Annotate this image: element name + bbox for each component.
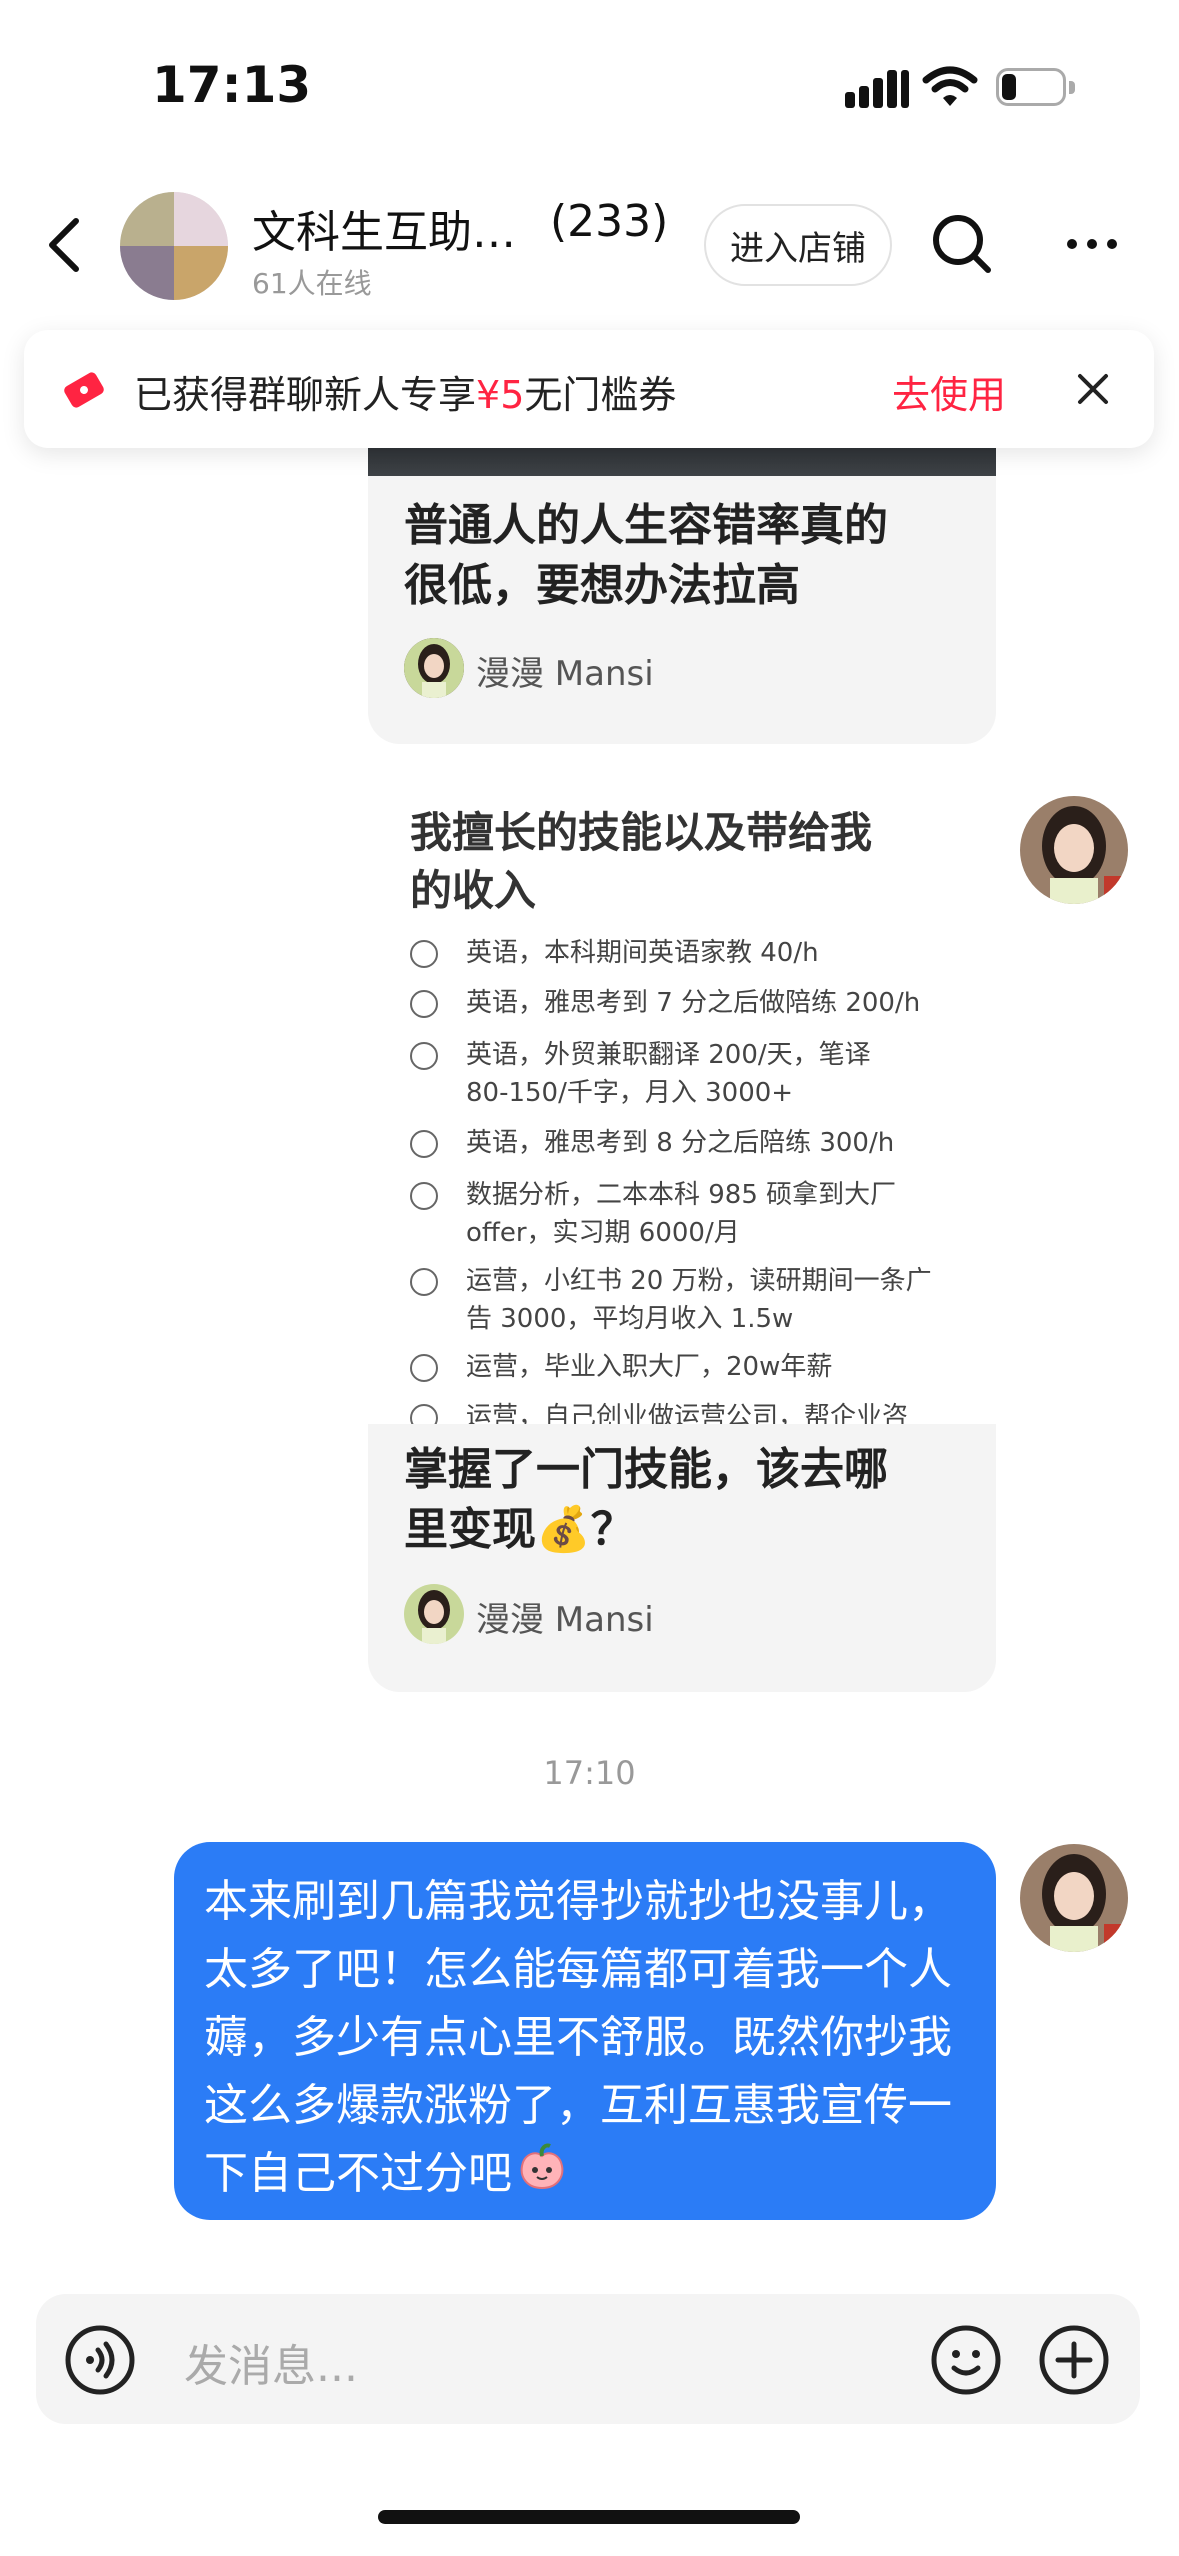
status-time: 17:13 <box>152 56 312 114</box>
author-avatar <box>404 1584 464 1644</box>
emoji-icon[interactable] <box>930 2324 1002 2396</box>
note-card[interactable]: 掌握了一门技能，该去哪 里变现💰？ 漫漫 Mansi <box>368 1424 996 1692</box>
note-title: 普通人的人生容错率真的 很低，要想办法拉高 <box>404 500 888 611</box>
sender-avatar[interactable] <box>1020 796 1128 904</box>
group-member-count: (233) <box>550 196 669 247</box>
note-title: 掌握了一门技能，该去哪 里变现💰？ <box>404 1444 888 1555</box>
author-name: 漫漫 Mansi <box>476 1600 654 1640</box>
message-text: 本来刷到几篇我觉得抄就抄也没事儿，太多了吧！怎么能每篇都可着我一个人薅，多少有点… <box>204 1876 952 2199</box>
note-cover-image[interactable] <box>368 448 996 476</box>
message-input[interactable]: 发消息... <box>184 2330 358 2394</box>
online-count: 61人在线 <box>252 267 372 300</box>
back-button[interactable] <box>40 215 90 275</box>
peach-emoji-icon <box>516 2140 568 2212</box>
plus-icon[interactable] <box>1038 2324 1110 2396</box>
message-timestamp: 17:10 <box>543 1754 636 1792</box>
cellular-signal-icon <box>845 68 909 108</box>
enter-store-button[interactable]: 进入店铺 <box>704 204 892 286</box>
note-card[interactable]: 普通人的人生容错率真的 很低，要想办法拉高 漫漫 Mansi <box>368 476 996 744</box>
author-avatar <box>404 638 464 698</box>
use-coupon-button[interactable]: 去使用 <box>892 364 1006 419</box>
close-icon[interactable] <box>1076 372 1110 406</box>
home-indicator <box>378 2510 800 2524</box>
author-name: 漫漫 Mansi <box>476 654 654 694</box>
group-avatar[interactable] <box>120 192 228 300</box>
more-icon[interactable] <box>1064 236 1120 252</box>
coupon-ticket-icon <box>62 370 106 410</box>
battery-icon <box>996 68 1076 108</box>
my-avatar[interactable] <box>1020 1844 1128 1952</box>
coupon-text: 已获得群聊新人专享¥5无门槛券 <box>134 373 677 417</box>
search-icon[interactable] <box>930 212 994 276</box>
voice-input-icon[interactable] <box>64 2324 136 2396</box>
group-title[interactable]: 文科生互助… <box>252 196 516 260</box>
skill-item: 运营，自己创业做运营公司，帮企业咨 <box>410 1398 970 1424</box>
message-bubble[interactable]: 本来刷到几篇我觉得抄就抄也没事儿，太多了吧！怎么能每篇都可着我一个人薅，多少有点… <box>174 1842 996 2220</box>
wifi-icon <box>922 66 978 108</box>
cover-heading: 我擅长的技能以及带给我 的收入 <box>410 808 873 915</box>
